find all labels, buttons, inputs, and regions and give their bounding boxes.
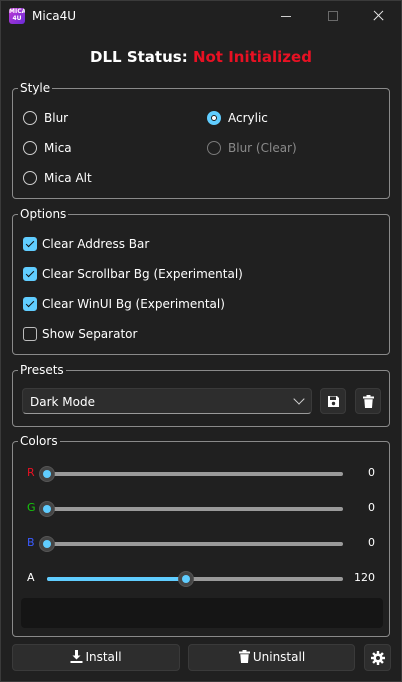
colors-group-title: Colors	[18, 433, 60, 449]
close-button[interactable]	[355, 1, 401, 31]
channel-value: 0	[368, 536, 375, 549]
slider-thumb[interactable]	[39, 466, 55, 482]
radio-circle	[23, 111, 37, 125]
chevron-down-icon	[293, 393, 305, 405]
install-button[interactable]: Install	[12, 644, 180, 671]
channel-value: 0	[368, 501, 375, 514]
title-bar[interactable]: MICA 4U Mica4U	[1, 1, 401, 31]
checkbox-label: Clear WinUI Bg (Experimental)	[42, 297, 225, 311]
slider-track[interactable]	[39, 501, 343, 517]
radio-circle	[207, 111, 221, 125]
radio-circle	[23, 141, 37, 155]
slider-track[interactable]	[47, 571, 343, 587]
delete-preset-button[interactable]	[355, 388, 381, 414]
save-preset-button[interactable]	[320, 388, 346, 414]
slider-track[interactable]	[39, 536, 343, 552]
radio-label: Blur (Clear)	[228, 141, 297, 155]
options-group: Options Clear Address Bar Clear Scrollba…	[12, 206, 390, 355]
trash-icon	[238, 650, 250, 663]
checkbox-box	[23, 237, 37, 251]
radio-label: Mica Alt	[44, 171, 92, 185]
channel-value: 120	[354, 571, 375, 584]
dll-status: DLL Status: Not Initialized	[1, 48, 401, 66]
channel-value: 0	[368, 466, 375, 479]
slider-thumb[interactable]	[178, 571, 195, 587]
checkbox-box	[23, 327, 37, 341]
slider-fill	[47, 577, 187, 581]
minimize-button[interactable]	[263, 1, 309, 31]
dll-status-value: Not Initialized	[192, 48, 312, 66]
trash-icon	[363, 395, 374, 408]
radio-circle	[23, 171, 37, 185]
slider-row-a: A 120	[13, 568, 389, 588]
channel-label: G	[27, 501, 36, 514]
radio-circle	[207, 141, 221, 155]
slider-track[interactable]	[39, 466, 343, 482]
checkbox-label: Clear Scrollbar Bg (Experimental)	[42, 267, 243, 281]
channel-label: A	[27, 571, 35, 584]
options-group-title: Options	[18, 206, 69, 222]
colors-group: Colors R 0 G 0 B 0 A 120	[12, 433, 390, 637]
radio-label: Acrylic	[228, 111, 268, 125]
save-icon	[328, 396, 339, 407]
radio-label: Blur	[44, 111, 69, 125]
checkbox-box	[23, 267, 37, 281]
checkbox-label: Show Separator	[42, 327, 138, 341]
window-title: Mica4U	[32, 9, 77, 23]
channel-label: R	[27, 466, 35, 479]
slider-thumb[interactable]	[39, 501, 55, 517]
uninstall-button[interactable]: Uninstall	[188, 644, 355, 671]
color-preview	[21, 598, 383, 628]
radio-label: Mica	[44, 141, 72, 155]
app-icon: MICA 4U	[9, 8, 25, 24]
uninstall-label: Uninstall	[252, 650, 306, 664]
slider-row-r: R0	[13, 463, 389, 483]
style-group: Style Blur Acrylic Mica Blur (Clear) Mic…	[12, 80, 390, 199]
download-icon	[70, 650, 83, 663]
app-window: MICA 4U Mica4U DLL Status: Not Initializ…	[0, 0, 402, 682]
dll-status-label: DLL Status:	[90, 48, 188, 66]
checkbox-label: Clear Address Bar	[42, 237, 150, 251]
presets-group: Presets Dark Mode	[12, 362, 390, 427]
style-group-title: Style	[18, 80, 53, 96]
slider-thumb[interactable]	[39, 536, 55, 552]
settings-button[interactable]	[364, 644, 391, 671]
preset-dropdown[interactable]: Dark Mode	[22, 388, 312, 414]
install-label: Install	[85, 650, 122, 664]
presets-group-title: Presets	[18, 362, 66, 378]
channel-label: B	[27, 536, 35, 549]
slider-row-b: B0	[13, 533, 389, 553]
gear-icon	[371, 651, 385, 665]
maximize-button[interactable]	[309, 1, 355, 31]
preset-dropdown-value: Dark Mode	[30, 395, 95, 409]
slider-row-g: G0	[13, 498, 389, 518]
checkbox-box	[23, 297, 37, 311]
